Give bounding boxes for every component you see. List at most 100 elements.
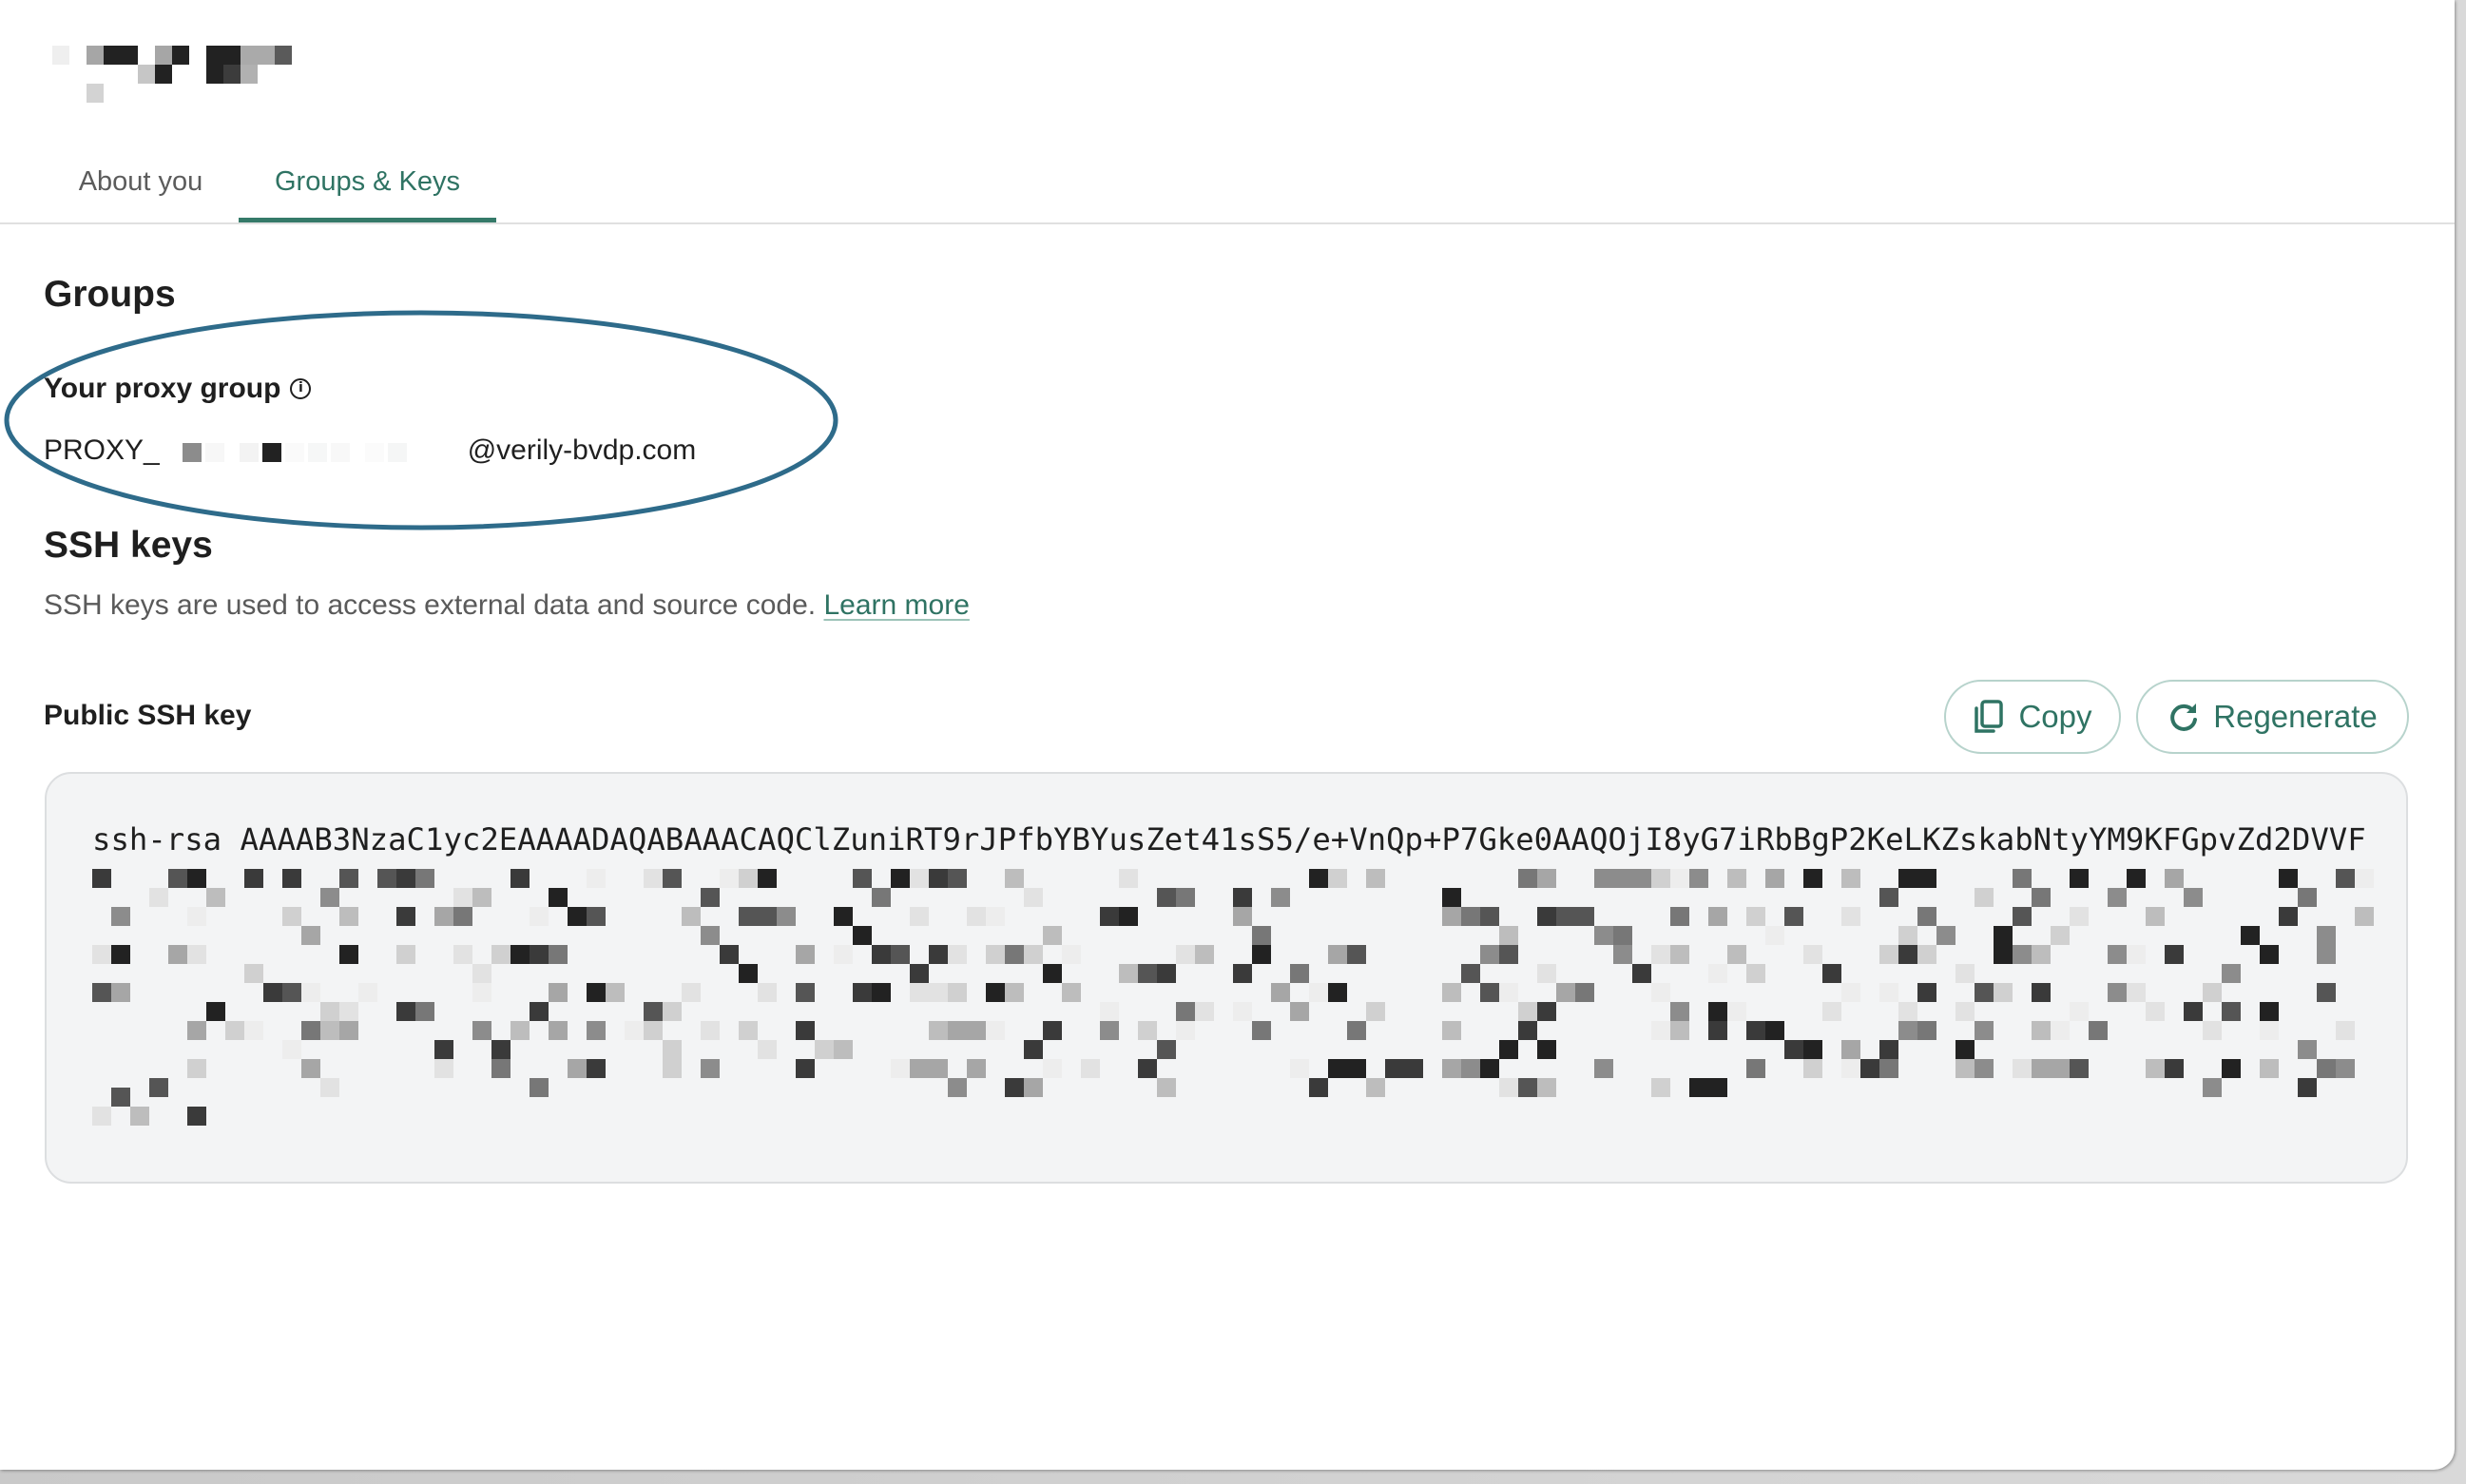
redaction-pixel	[2089, 1021, 2108, 1040]
redaction-pixel	[530, 1078, 549, 1097]
redaction-pixel	[1005, 1078, 1024, 1097]
redaction-pixel	[910, 983, 929, 1002]
redaction-pixel	[1442, 888, 1461, 907]
redaction-pixel	[453, 907, 472, 926]
redaction-pixel	[2279, 869, 2298, 888]
redaction-pixel	[111, 983, 130, 1002]
redaction-pixel	[986, 983, 1005, 1002]
learn-more-link[interactable]: Learn more	[823, 589, 969, 621]
redaction-pixel	[2032, 945, 2051, 964]
redaction-pixel	[1898, 1021, 1917, 1040]
tab-about-you[interactable]: About you	[55, 143, 226, 221]
redaction-pixel	[1499, 945, 1518, 964]
redaction-pixel	[1252, 926, 1271, 945]
redaction-pixel	[1290, 1059, 1309, 1078]
redaction-pixel	[1746, 907, 1765, 926]
redaction-pixel	[1879, 1040, 1898, 1059]
redaction-pixel	[986, 1021, 1005, 1040]
redaction-pixel	[472, 983, 491, 1002]
redaction-pixel	[472, 964, 491, 983]
redaction-pixel	[758, 907, 777, 926]
redaction-pixel	[1309, 869, 1328, 888]
redaction-pixel	[834, 1040, 853, 1059]
redaction-pixel	[244, 964, 263, 983]
redaction-pixel	[301, 1059, 320, 1078]
redaction-pixel	[92, 945, 111, 964]
regenerate-button-label: Regenerate	[2213, 699, 2378, 734]
redaction-pixel	[1879, 983, 1898, 1002]
redaction-pixel	[1632, 964, 1651, 983]
redaction-pixel	[206, 1002, 225, 1021]
redaction-pixel	[910, 869, 929, 888]
redaction-pixel	[2184, 888, 2203, 907]
redaction-pixel	[948, 1078, 967, 1097]
redaction-pixel	[1975, 983, 1994, 1002]
redaction-pixel	[1442, 1059, 1461, 1078]
redaction-pixel	[2222, 1002, 2241, 1021]
redaction-pixel	[1708, 1021, 1727, 1040]
redaction-pixel	[339, 945, 358, 964]
redaction-pixel	[1024, 888, 1043, 907]
redacted-ssh-key-remainder	[92, 869, 2374, 1126]
redaction-pixel	[1537, 1078, 1556, 1097]
redaction-pixel	[1480, 983, 1499, 1002]
redaction-pixel	[2260, 945, 2279, 964]
redaction-pixel	[1917, 1021, 1936, 1040]
redaction-pixel	[301, 983, 320, 1002]
redaction-pixel	[758, 1040, 777, 1059]
redaction-pixel	[663, 869, 682, 888]
redaction-pixel	[929, 1059, 948, 1078]
redaction-pixel	[1328, 869, 1347, 888]
regenerate-button[interactable]: Regenerate	[2136, 680, 2409, 754]
redaction-pixel	[2165, 945, 2184, 964]
redaction-pixel	[2108, 945, 2127, 964]
redaction-pixel	[1708, 1078, 1727, 1097]
redaction-pixel	[1556, 983, 1575, 1002]
redaction-pixel	[587, 869, 606, 888]
redaction-pixel	[1537, 907, 1556, 926]
redaction-pixel	[929, 945, 948, 964]
redaction-pixel	[111, 945, 130, 964]
redaction-pixel	[111, 1088, 130, 1107]
redaction-pixel	[1366, 869, 1385, 888]
public-ssh-key-box[interactable]: ssh-rsa AAAAB3NzaC1yc2EAAAADAQABAAACAQCl…	[45, 772, 2408, 1184]
redaction-pixel	[187, 907, 206, 926]
redaction-pixel	[1404, 1059, 1423, 1078]
redaction-pixel	[453, 945, 472, 964]
redaction-pixel	[1975, 888, 1994, 907]
redaction-pixel	[1100, 907, 1119, 926]
redaction-pixel	[1442, 907, 1461, 926]
copy-button[interactable]: Copy	[1944, 680, 2121, 754]
tab-groups-and-keys[interactable]: Groups & Keys	[239, 143, 496, 222]
redaction-pixel	[587, 1059, 606, 1078]
redaction-pixel	[2298, 1078, 2317, 1097]
redaction-pixel	[739, 1021, 758, 1040]
redaction-pixel	[1290, 1002, 1309, 1021]
redaction-pixel	[1176, 1002, 1195, 1021]
redaction-pixel	[1480, 907, 1499, 926]
redaction-pixel	[587, 1021, 606, 1040]
redaction-pixel	[1100, 1021, 1119, 1040]
redaction-pixel	[1879, 945, 1898, 964]
redaction-pixel	[644, 869, 663, 888]
redaction-pixel	[2051, 1021, 2070, 1040]
redaction-pixel	[2165, 1059, 2184, 1078]
redaction-pixel	[663, 1040, 682, 1059]
redaction-pixel	[2260, 1002, 2279, 1021]
redaction-pixel	[701, 1021, 720, 1040]
redaction-pixel	[1233, 907, 1252, 926]
redaction-pixel	[244, 1021, 263, 1040]
redaction-pixel	[1955, 1059, 1975, 1078]
redaction-pixel	[1461, 964, 1480, 983]
redaction-pixel	[872, 888, 891, 907]
redaction-pixel	[1670, 1002, 1689, 1021]
redaction-pixel	[1271, 983, 1290, 1002]
redaction-pixel	[2165, 869, 2184, 888]
redaction-pixel	[1689, 1078, 1708, 1097]
redaction-pixel	[2317, 945, 2336, 964]
redaction-pixel	[2146, 907, 2165, 926]
redaction-pixel	[434, 1059, 453, 1078]
redaction-pixel	[320, 1078, 339, 1097]
redaction-pixel	[1195, 945, 1214, 964]
ssh-key-text[interactable]: ssh-rsa AAAAB3NzaC1yc2EAAAADAQABAAACAQCl…	[92, 821, 2366, 858]
